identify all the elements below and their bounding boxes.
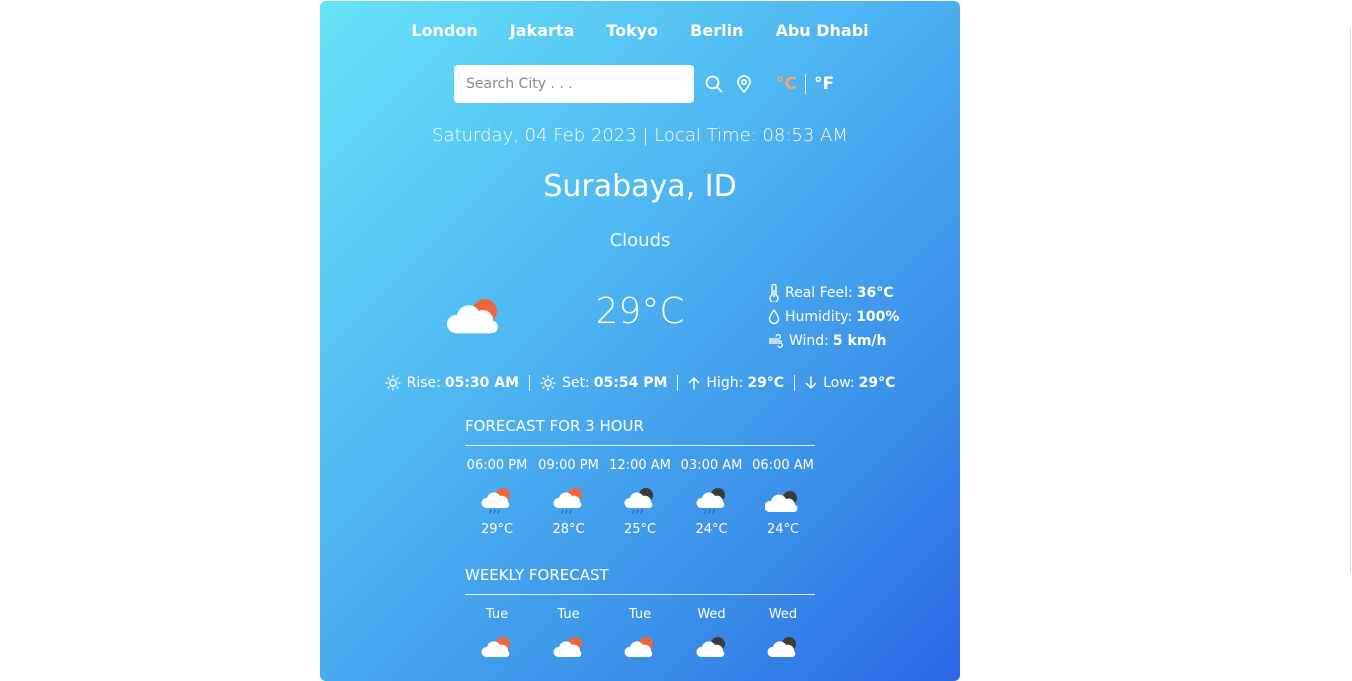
local-datetime: Saturday, 04 Feb 2023 | Local Time: 08:5… bbox=[432, 125, 848, 146]
real-feel-value: 36°C bbox=[856, 285, 894, 301]
forecast-temp: 29°C bbox=[480, 522, 514, 537]
sunset-value: 05:54 PM bbox=[593, 375, 668, 391]
weather-details: Real Feel: 36°C Humidity: 100% Wind: 5 k… bbox=[768, 281, 899, 353]
arrow-down-icon bbox=[805, 376, 817, 389]
sunrise-label: Rise: bbox=[406, 375, 441, 391]
weekly-forecast-item: Tue bbox=[465, 607, 529, 671]
sunrise-value: 05:30 AM bbox=[444, 375, 520, 391]
rain-night-icon bbox=[695, 488, 725, 514]
search-row: °C °F bbox=[454, 65, 834, 103]
low-temp-value: 29°C bbox=[858, 375, 896, 391]
humidity-value: 100% bbox=[856, 309, 900, 325]
divider bbox=[529, 375, 531, 391]
weather-card: London Jakarta Tokyo Berlin Abu Dhabi °C… bbox=[320, 1, 960, 681]
hourly-forecast-row: 06:00 PM 29°C 09:00 PM 28°C 12:00 AM 25°… bbox=[465, 458, 815, 537]
cloudy-night-icon bbox=[765, 491, 798, 512]
weekly-forecast-item: Tue bbox=[537, 607, 601, 671]
hourly-forecast-item: 06:00 PM 29°C bbox=[465, 458, 529, 537]
city-button-abu-dhabi[interactable]: Abu Dhabi bbox=[775, 21, 868, 40]
wind-row: Wind: 5 km/h bbox=[768, 329, 899, 353]
forecast-time: 12:00 AM bbox=[609, 458, 671, 473]
wind-value: 5 km/h bbox=[832, 333, 887, 349]
forecast-temp: 24°C bbox=[695, 522, 728, 537]
weekly-forecast-item: Tue bbox=[608, 607, 672, 671]
weekly-forecast-title: WEEKLY FORECAST bbox=[465, 566, 815, 595]
location-pin-icon[interactable] bbox=[732, 72, 756, 96]
hourly-forecast-item: 09:00 PM 28°C bbox=[537, 458, 601, 537]
city-shortcuts: London Jakarta Tokyo Berlin Abu Dhabi bbox=[320, 21, 960, 40]
forecast-temp: 24°C bbox=[766, 522, 800, 537]
wind-icon bbox=[769, 334, 784, 348]
weekly-forecast-item: Wed bbox=[751, 607, 815, 671]
hourly-forecast-item: 06:00 AM 24°C bbox=[751, 458, 815, 537]
rain-day-icon bbox=[481, 637, 510, 657]
divider bbox=[677, 375, 679, 391]
forecast-temp: 28°C bbox=[552, 522, 585, 537]
sunset-icon bbox=[540, 375, 556, 391]
search-icon[interactable] bbox=[702, 72, 726, 96]
hourly-forecast-item: 03:00 AM 24°C bbox=[680, 458, 744, 537]
humidity-label: Humidity: bbox=[785, 309, 853, 325]
sun-and-range-bar: Rise: 05:30 AM Set: 05:54 PM High: 29°C … bbox=[320, 375, 960, 391]
sunrise-item: Rise: 05:30 AM bbox=[384, 375, 520, 391]
forecast-time: 06:00 AM bbox=[752, 458, 814, 473]
rain-night-icon bbox=[695, 637, 725, 657]
forecast-time: 06:00 PM bbox=[466, 458, 528, 473]
rain-night-icon bbox=[767, 637, 796, 657]
divider bbox=[794, 375, 796, 391]
scrollbar-edge bbox=[1350, 28, 1351, 573]
fahrenheit-button[interactable]: °F bbox=[814, 74, 834, 94]
rain-day-icon bbox=[624, 637, 653, 657]
forecast-day: Tue bbox=[485, 607, 509, 622]
rain-night-icon bbox=[624, 488, 653, 514]
sunrise-icon bbox=[384, 375, 401, 391]
weekly-forecast-row: Tue Tue Tue Wed Wed bbox=[465, 607, 815, 671]
wind-label: Wind: bbox=[789, 333, 829, 349]
rain-day-icon bbox=[552, 488, 582, 514]
thermometer-icon bbox=[769, 284, 779, 302]
rain-day-icon bbox=[481, 488, 510, 514]
high-temp-value: 29°C bbox=[747, 375, 785, 391]
forecast-day: Tue bbox=[628, 607, 652, 622]
unit-divider bbox=[804, 74, 806, 94]
hourly-forecast-title: FORECAST FOR 3 HOUR bbox=[465, 417, 815, 446]
search-input[interactable] bbox=[454, 65, 694, 103]
city-button-berlin[interactable]: Berlin bbox=[690, 21, 743, 40]
high-temp-label: High: bbox=[706, 375, 744, 391]
unit-toggle: °C °F bbox=[776, 74, 834, 94]
real-feel-row: Real Feel: 36°C bbox=[768, 281, 899, 305]
sunset-item: Set: 05:54 PM bbox=[540, 375, 667, 391]
low-temp-item: Low: 29°C bbox=[805, 375, 895, 391]
real-feel-label: Real Feel: bbox=[785, 285, 853, 301]
rain-day-icon bbox=[552, 637, 582, 657]
partly-cloudy-day-icon bbox=[445, 295, 501, 337]
forecast-temp: 25°C bbox=[623, 522, 657, 537]
current-temperature: 29°C bbox=[595, 291, 685, 332]
humidity-row: Humidity: 100% bbox=[768, 305, 899, 329]
sunset-label: Set: bbox=[562, 375, 590, 391]
celsius-button[interactable]: °C bbox=[776, 74, 797, 94]
forecast-time: 03:00 AM bbox=[680, 458, 743, 473]
forecast-time: 09:00 PM bbox=[538, 458, 599, 473]
forecast-day: Wed bbox=[768, 607, 798, 622]
weekly-forecast-item: Wed bbox=[680, 607, 744, 671]
location-title: Surabaya, ID bbox=[543, 169, 737, 204]
forecast-day: Tue bbox=[557, 607, 580, 622]
arrow-up-icon bbox=[689, 377, 700, 390]
city-button-london[interactable]: London bbox=[411, 21, 477, 40]
city-button-tokyo[interactable]: Tokyo bbox=[606, 21, 658, 40]
droplet-icon bbox=[768, 308, 780, 325]
forecast-day: Wed bbox=[697, 607, 726, 622]
hourly-forecast-item: 12:00 AM 25°C bbox=[608, 458, 672, 537]
high-temp-item: High: 29°C bbox=[688, 375, 784, 391]
low-temp-label: Low: bbox=[823, 375, 855, 391]
weather-condition: Clouds bbox=[609, 230, 671, 251]
city-button-jakarta[interactable]: Jakarta bbox=[510, 21, 575, 40]
